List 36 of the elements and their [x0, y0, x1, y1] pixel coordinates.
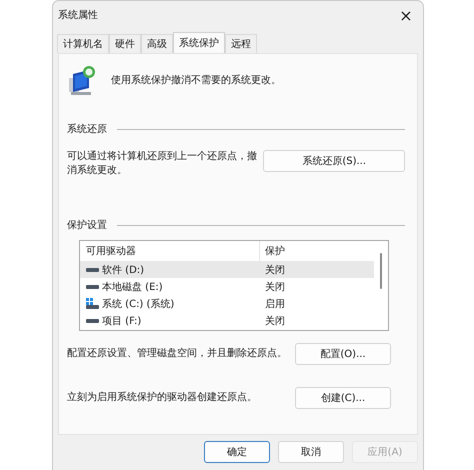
tab[interactable]: 计算机名	[57, 34, 109, 53]
computer-icon	[67, 64, 97, 96]
configure-description: 配置还原设置、管理磁盘空间，并且删除还原点。	[67, 347, 287, 361]
section-heading: 保护设置	[67, 218, 107, 232]
tab[interactable]: 高级	[141, 34, 173, 53]
close-button[interactable]: ×	[391, 3, 421, 27]
drive-row[interactable]: 软件 (D:) 关闭	[80, 261, 377, 278]
restore-description: 可以通过将计算机还原到上一个还原点，撤消系统更改。	[67, 150, 258, 178]
create-description: 立刻为启用系统保护的驱动器创建还原点。	[67, 391, 257, 405]
tab[interactable]: 远程	[225, 34, 257, 53]
create-button[interactable]: 创建(C)...	[295, 387, 391, 409]
tab[interactable]: 系统保护	[173, 32, 225, 53]
tab[interactable]: 硬件	[109, 34, 141, 53]
configure-button[interactable]: 配置(O)...	[295, 343, 391, 365]
window-title: 系统属性	[58, 8, 98, 22]
system-drive-icon	[86, 298, 99, 309]
dialog-button[interactable]: 取消	[278, 441, 344, 463]
protection-status: 关闭	[264, 280, 286, 294]
drive-name: 项目 (F:)	[102, 314, 142, 328]
protection-status: 关闭	[264, 314, 286, 328]
drive-row[interactable]: 本地磁盘 (E:) 关闭	[80, 278, 377, 295]
system-restore-button[interactable]: 系统还原(S)...	[263, 150, 405, 172]
drive-row[interactable]: 项目 (F:) 关闭	[80, 312, 377, 329]
drive-icon	[86, 284, 99, 290]
drive-name: 软件 (D:)	[102, 264, 144, 276]
dialog-button[interactable]: 确定	[204, 441, 270, 463]
drive-icon	[86, 266, 99, 272]
drive-icon	[86, 318, 99, 324]
column-header[interactable]: 保护	[260, 241, 370, 261]
drive-row[interactable]: 系统 (C:) (系统) 启用	[80, 295, 377, 312]
intro-text: 使用系统保护撤消不需要的系统更改。	[111, 74, 281, 87]
drive-name: 本地磁盘 (E:)	[102, 280, 163, 294]
protection-status: 启用	[264, 298, 286, 310]
section-heading: 系统还原	[67, 122, 107, 136]
protection-status: 关闭	[264, 264, 286, 276]
drive-name: 系统 (C:) (系统)	[102, 298, 174, 310]
